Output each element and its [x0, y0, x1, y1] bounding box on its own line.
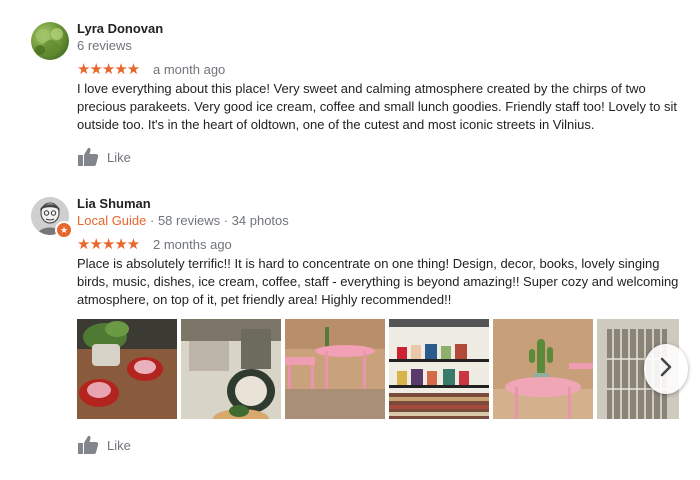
star-rating: ★★★★★ — [77, 61, 140, 78]
meta-separator: · — [220, 213, 232, 228]
like-button[interactable]: Like — [77, 146, 131, 168]
review-date: 2 months ago — [153, 237, 232, 252]
like-label: Like — [107, 149, 131, 165]
review-photo[interactable] — [493, 319, 593, 419]
review-text: Place is absolutely terrific!! It is har… — [77, 256, 679, 307]
review-photo[interactable] — [389, 319, 489, 419]
local-guide-badge[interactable]: Local Guide — [77, 213, 146, 228]
review-count: 58 reviews — [157, 213, 221, 228]
review-text: I love everything about this place! Very… — [77, 81, 678, 132]
reviewer-meta: 6 reviews — [77, 38, 132, 53]
review-photo[interactable] — [181, 319, 281, 419]
avatar[interactable] — [31, 22, 69, 60]
star-rating: ★★★★★ — [77, 236, 140, 253]
thumbs-up-icon — [77, 147, 99, 167]
reviewer-name[interactable]: Lia Shuman — [77, 196, 151, 211]
review-photo[interactable] — [285, 319, 385, 419]
thumbs-up-icon — [77, 435, 99, 455]
review-date: a month ago — [153, 62, 226, 77]
reviewer-name[interactable]: Lyra Donovan — [77, 21, 163, 36]
review-photos — [77, 319, 679, 419]
reviewer-meta: Local Guide · 58 reviews · 34 photos — [77, 213, 289, 228]
review-photo[interactable] — [77, 319, 177, 419]
photo-count: 34 photos — [231, 213, 289, 228]
meta-separator: · — [146, 213, 158, 228]
local-guide-star-icon: ★ — [55, 221, 73, 239]
like-label: Like — [107, 437, 131, 453]
chevron-right-icon — [659, 357, 673, 382]
avatar-foliage-image — [35, 28, 63, 56]
next-photos-button[interactable] — [644, 344, 688, 394]
like-button[interactable]: Like — [77, 434, 131, 456]
